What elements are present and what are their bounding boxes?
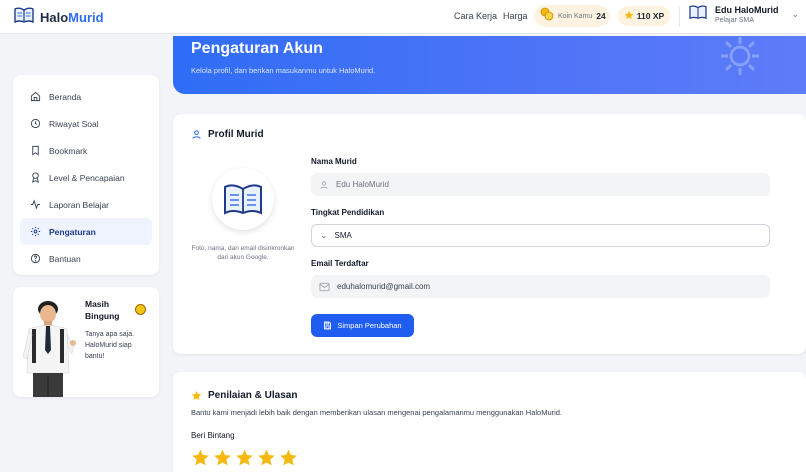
name-field: Edu HaloMurid bbox=[311, 173, 770, 196]
help-card-title: Masih Bingung bbox=[85, 299, 120, 321]
rating-star-2[interactable] bbox=[213, 448, 232, 467]
award-icon bbox=[32, 172, 39, 183]
xp-badge: 110 XP bbox=[618, 6, 670, 26]
mail-icon bbox=[319, 282, 330, 291]
name-label: Nama Murid bbox=[311, 157, 357, 166]
clock-icon bbox=[30, 118, 41, 129]
save-icon bbox=[324, 321, 332, 330]
book-icon bbox=[224, 184, 262, 215]
gear-icon bbox=[721, 37, 759, 75]
coins-icon bbox=[540, 7, 554, 26]
activity-icon bbox=[30, 199, 41, 210]
page-title: Pengaturan Akun bbox=[191, 40, 323, 57]
gear-icon bbox=[30, 226, 41, 237]
rating-star-4[interactable] bbox=[257, 448, 276, 467]
review-subtitle: Bantu kami menjadi lebih baik dengan mem… bbox=[191, 408, 563, 417]
bookmark-icon bbox=[32, 145, 39, 156]
rating-star-5[interactable] bbox=[279, 448, 298, 467]
profile-card-title: Profil Murid bbox=[191, 129, 264, 140]
sidebar-item-laporan-belajar[interactable]: Laporan Belajar bbox=[20, 191, 152, 218]
sidebar-item-label: Bantuan bbox=[49, 253, 81, 264]
chevron-down-icon: ⌄ bbox=[791, 9, 800, 19]
rating-star-1[interactable] bbox=[191, 448, 210, 467]
review-card-title: Penilaian & Ulasan bbox=[191, 390, 297, 401]
sidebar-item-pengaturan[interactable]: Pengaturan bbox=[20, 218, 152, 245]
xp-value: 110 XP bbox=[636, 11, 665, 21]
nav-cara-kerja[interactable]: Cara Kerja bbox=[454, 11, 497, 21]
sidebar-item-level-pencapaian[interactable]: Level & Pencapaian bbox=[20, 164, 152, 191]
save-button-label: Simpan Perubahan bbox=[337, 321, 402, 330]
sidebar-item-bookmark[interactable]: Bookmark bbox=[20, 137, 152, 164]
book-logo-icon bbox=[13, 6, 35, 29]
email-field: eduhalomurid@gmail.com bbox=[311, 275, 770, 298]
user-icon bbox=[320, 180, 328, 189]
page-banner: Pengaturan Akun Kelola profil, dan berik… bbox=[173, 36, 806, 94]
profile-card: Profil Murid Foto, nama, dan email disin… bbox=[173, 114, 806, 354]
top-bar: HaloMurid Cara Kerja Harga Koin Kamu 24 … bbox=[0, 0, 806, 34]
logo-text: HaloMurid bbox=[40, 10, 104, 25]
thinking-emoji-icon bbox=[135, 304, 146, 315]
coin-value: 24 bbox=[596, 11, 606, 21]
student-illustration bbox=[22, 301, 76, 397]
page-subtitle: Kelola profil, dan berikan masukanmu unt… bbox=[191, 66, 376, 75]
star-icon bbox=[624, 10, 634, 22]
coin-balance: Koin Kamu 24 bbox=[534, 5, 610, 27]
stars-label: Beri Bintang bbox=[191, 431, 235, 440]
sidebar-item-label: Riwayat Soal bbox=[49, 118, 99, 129]
review-card: Penilaian & Ulasan Bantu kami menjadi le… bbox=[173, 372, 806, 472]
section-title: Penilaian & Ulasan bbox=[208, 390, 298, 401]
divider bbox=[679, 7, 680, 27]
coin-label: Koin Kamu bbox=[558, 12, 593, 20]
sidebar-item-label: Pengaturan bbox=[49, 226, 96, 237]
sidebar-item-label: Beranda bbox=[49, 91, 82, 102]
education-level-select[interactable]: ⌄ SMA bbox=[311, 224, 770, 247]
user-avatar bbox=[688, 4, 708, 25]
rating-star-3[interactable] bbox=[235, 448, 254, 467]
user-name: Edu HaloMurid bbox=[715, 5, 779, 15]
section-title: Profil Murid bbox=[208, 129, 264, 140]
name-value: Edu HaloMurid bbox=[336, 180, 389, 189]
save-button[interactable]: Simpan Perubahan bbox=[311, 314, 414, 337]
user-role: Pelajar SMA bbox=[715, 17, 754, 24]
sidebar-item-beranda[interactable]: Beranda bbox=[20, 83, 152, 110]
nav-harga[interactable]: Harga bbox=[503, 11, 528, 21]
logo[interactable]: HaloMurid bbox=[13, 6, 104, 29]
avatar-block: Foto, nama, dan email disinkronkan dari … bbox=[173, 154, 313, 264]
star-icon bbox=[191, 390, 202, 401]
level-value: SMA bbox=[334, 231, 352, 240]
sidebar-item-label: Bookmark bbox=[49, 145, 88, 156]
sidebar-item-label: Level & Pencapaian bbox=[49, 172, 125, 183]
user-menu[interactable]: Edu HaloMurid Pelajar SMA ⌄ bbox=[688, 4, 799, 25]
sidebar-item-label: Laporan Belajar bbox=[49, 199, 110, 210]
user-info: Edu HaloMurid Pelajar SMA bbox=[715, 5, 779, 24]
help-circle-icon bbox=[30, 253, 41, 264]
email-label: Email Terdaftar bbox=[311, 259, 369, 268]
chevron-down-icon: ⌄ bbox=[320, 230, 328, 240]
sidebar-item-riwayat-soal[interactable]: Riwayat Soal bbox=[20, 110, 152, 137]
sidebar: Beranda Riwayat Soal Bookmark Level & Pe… bbox=[13, 75, 159, 275]
email-value: eduhalomurid@gmail.com bbox=[337, 282, 431, 291]
home-icon bbox=[30, 91, 41, 102]
sidebar-item-bantuan[interactable]: Bantuan bbox=[20, 245, 152, 272]
avatar-note: Foto, nama, dan email disinkronkan dari … bbox=[191, 245, 295, 261]
star-rating bbox=[191, 448, 298, 467]
user-icon bbox=[192, 130, 201, 139]
help-card-body: Tanya apa saja. HaloMurid siap bantu! bbox=[85, 331, 135, 360]
help-card: Masih Bingung Tanya apa saja. HaloMurid … bbox=[13, 287, 159, 397]
avatar bbox=[212, 168, 274, 230]
level-label: Tingkat Pendidikan bbox=[311, 208, 385, 217]
